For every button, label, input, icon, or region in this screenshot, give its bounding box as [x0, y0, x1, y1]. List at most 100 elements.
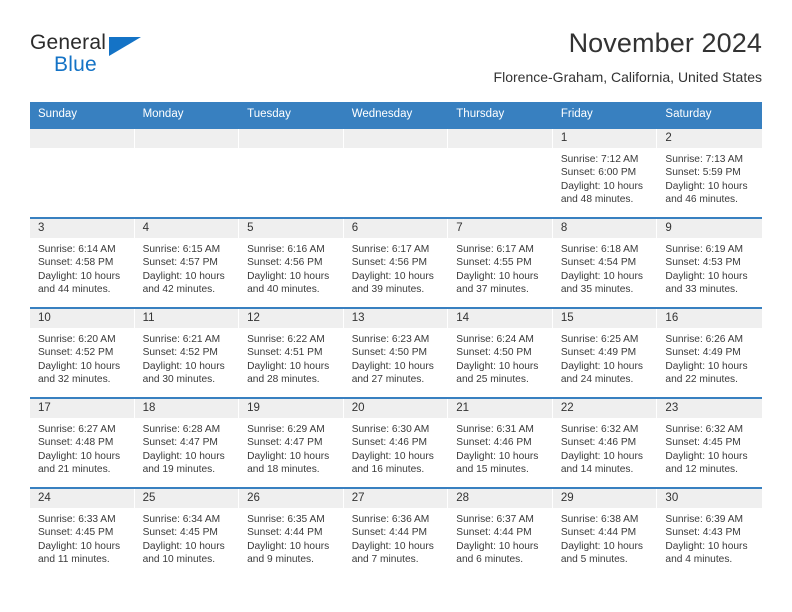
day-cell[interactable]: 19 Sunrise: 6:29 AM Sunset: 4:47 PM Dayl… [239, 398, 344, 487]
day-number-band: 4 [134, 218, 239, 238]
day-number-band: 6 [343, 218, 448, 238]
day-cell[interactable]: 11 Sunrise: 6:21 AM Sunset: 4:52 PM Dayl… [134, 308, 240, 397]
day-cell[interactable]: 23 Sunrise: 6:32 AM Sunset: 4:45 PM Dayl… [657, 398, 762, 487]
day-cell[interactable]: 16 Sunrise: 6:26 AM Sunset: 4:49 PM Dayl… [657, 308, 762, 397]
day-number-band: 28 [448, 488, 552, 508]
day-cell[interactable]: 17 Sunrise: 6:27 AM Sunset: 4:48 PM Dayl… [30, 398, 135, 487]
daylight-line-1: Daylight: 10 hours [560, 360, 643, 372]
day-cell[interactable]: 13 Sunrise: 6:23 AM Sunset: 4:50 PM Dayl… [343, 308, 449, 397]
day-cell[interactable]: 18 Sunrise: 6:28 AM Sunset: 4:47 PM Dayl… [134, 398, 240, 487]
day-details: Sunrise: 6:23 AM Sunset: 4:50 PM Dayligh… [344, 328, 448, 397]
day-cell[interactable] [30, 128, 135, 217]
sunset-line: Sunset: 4:52 PM [38, 347, 114, 359]
day-cell[interactable]: 22 Sunrise: 6:32 AM Sunset: 4:46 PM Dayl… [552, 398, 658, 487]
daylight-line-1: Daylight: 10 hours [142, 360, 225, 372]
day-number: 15 [560, 311, 574, 324]
sunset-line: Sunset: 4:44 PM [351, 527, 428, 539]
day-number-band [239, 128, 343, 148]
day-details: Sunrise: 6:14 AM Sunset: 4:58 PM Dayligh… [30, 238, 134, 307]
day-cell[interactable]: 4 Sunrise: 6:15 AM Sunset: 4:57 PM Dayli… [134, 218, 240, 307]
day-number-band: 21 [448, 398, 552, 418]
sunset-line: Sunset: 4:53 PM [665, 257, 741, 269]
sunrise-line: Sunrise: 6:16 AM [247, 243, 325, 255]
day-cell[interactable]: 29 Sunrise: 6:38 AM Sunset: 4:44 PM Dayl… [552, 488, 658, 577]
daylight-line-1: Daylight: 10 hours [560, 180, 643, 192]
sunset-line: Sunset: 4:51 PM [247, 347, 323, 359]
day-cell[interactable]: 28 Sunrise: 6:37 AM Sunset: 4:44 PM Dayl… [448, 488, 553, 577]
day-number-band: 14 [448, 308, 552, 328]
day-cell[interactable]: 25 Sunrise: 6:34 AM Sunset: 4:45 PM Dayl… [134, 488, 240, 577]
daylight-line-1: Daylight: 10 hours [247, 540, 330, 552]
daylight-line-1: Daylight: 10 hours [456, 540, 539, 552]
daylight-line-2: and 15 minutes. [456, 464, 529, 475]
day-cell[interactable]: 9 Sunrise: 6:19 AM Sunset: 4:53 PM Dayli… [657, 218, 762, 307]
day-number: 11 [142, 311, 155, 324]
daylight-line-2: and 25 minutes. [456, 374, 529, 385]
day-cell[interactable]: 6 Sunrise: 6:17 AM Sunset: 4:56 PM Dayli… [343, 218, 449, 307]
day-number-band: 2 [657, 128, 762, 148]
day-number-band: 15 [552, 308, 657, 328]
weekday-header-monday: Monday [142, 107, 184, 120]
day-number-band: 20 [343, 398, 448, 418]
day-number-band: 17 [30, 398, 134, 418]
day-number-band: 1 [552, 128, 657, 148]
day-number: 7 [456, 221, 463, 234]
day-details: Sunrise: 6:26 AM Sunset: 4:49 PM Dayligh… [657, 328, 762, 397]
daylight-line-2: and 10 minutes. [142, 554, 216, 565]
daylight-line-2: and 7 minutes. [351, 554, 419, 565]
daylight-line-2: and 22 minutes. [665, 374, 738, 385]
day-cell[interactable]: 3 Sunrise: 6:14 AM Sunset: 4:58 PM Dayli… [30, 218, 135, 307]
daylight-line-2: and 11 minutes. [38, 554, 110, 565]
sunrise-line: Sunrise: 6:34 AM [142, 513, 221, 525]
day-cell[interactable] [134, 128, 240, 217]
week-row: 24 Sunrise: 6:33 AM Sunset: 4:45 PM Dayl… [30, 486, 762, 577]
day-number: 28 [456, 491, 470, 504]
daylight-line-1: Daylight: 10 hours [38, 270, 121, 282]
sunset-line: Sunset: 4:46 PM [560, 437, 637, 449]
sunrise-line: Sunrise: 7:13 AM [665, 153, 744, 165]
day-cell[interactable]: 10 Sunrise: 6:20 AM Sunset: 4:52 PM Dayl… [30, 308, 135, 397]
day-cell[interactable]: 1 Sunrise: 7:12 AM Sunset: 6:00 PM Dayli… [552, 128, 658, 217]
day-cell[interactable]: 26 Sunrise: 6:35 AM Sunset: 4:44 PM Dayl… [239, 488, 344, 577]
day-details: Sunrise: 6:29 AM Sunset: 4:47 PM Dayligh… [239, 418, 343, 487]
day-cell[interactable]: 7 Sunrise: 6:17 AM Sunset: 4:55 PM Dayli… [448, 218, 553, 307]
day-cell[interactable]: 8 Sunrise: 6:18 AM Sunset: 4:54 PM Dayli… [552, 218, 658, 307]
day-cell[interactable]: 24 Sunrise: 6:33 AM Sunset: 4:45 PM Dayl… [30, 488, 135, 577]
sunrise-line: Sunrise: 6:17 AM [456, 243, 534, 255]
weekday-header-row: Sunday Monday Tuesday Wednesday Thursday… [30, 101, 762, 127]
day-cell[interactable]: 2 Sunrise: 7:13 AM Sunset: 5:59 PM Dayli… [657, 128, 762, 217]
sunrise-line: Sunrise: 6:23 AM [351, 333, 430, 345]
day-number-band: 9 [657, 218, 762, 238]
day-cell[interactable]: 20 Sunrise: 6:30 AM Sunset: 4:46 PM Dayl… [343, 398, 449, 487]
sunrise-line: Sunrise: 7:12 AM [560, 153, 639, 165]
day-cell[interactable] [448, 128, 553, 217]
daylight-line-1: Daylight: 10 hours [456, 270, 539, 282]
day-cell[interactable] [239, 128, 344, 217]
day-cell[interactable]: 30 Sunrise: 6:39 AM Sunset: 4:43 PM Dayl… [657, 488, 762, 577]
sunset-line: Sunset: 4:44 PM [247, 527, 323, 539]
sunrise-line: Sunrise: 6:31 AM [456, 423, 534, 435]
sunset-line: Sunset: 4:52 PM [142, 347, 218, 359]
day-cell[interactable]: 15 Sunrise: 6:25 AM Sunset: 4:49 PM Dayl… [552, 308, 658, 397]
day-details: Sunrise: 6:15 AM Sunset: 4:57 PM Dayligh… [135, 238, 239, 307]
daylight-line-2: and 48 minutes. [560, 194, 634, 205]
day-cell[interactable]: 27 Sunrise: 6:36 AM Sunset: 4:44 PM Dayl… [343, 488, 449, 577]
sunrise-line: Sunrise: 6:32 AM [560, 423, 639, 435]
day-cell[interactable] [343, 128, 449, 217]
daylight-line-2: and 27 minutes. [351, 374, 425, 385]
day-cell[interactable]: 21 Sunrise: 6:31 AM Sunset: 4:46 PM Dayl… [448, 398, 553, 487]
sunset-line: Sunset: 4:48 PM [38, 437, 114, 449]
weekday-header-thursday: Thursday [456, 107, 505, 120]
day-details [30, 148, 134, 217]
day-details: Sunrise: 6:27 AM Sunset: 4:48 PM Dayligh… [30, 418, 134, 487]
day-number: 30 [665, 491, 679, 504]
daylight-line-1: Daylight: 10 hours [142, 450, 225, 462]
sunrise-line: Sunrise: 6:35 AM [247, 513, 325, 525]
daylight-line-1: Daylight: 10 hours [142, 540, 225, 552]
day-cell[interactable]: 12 Sunrise: 6:22 AM Sunset: 4:51 PM Dayl… [239, 308, 344, 397]
day-details: Sunrise: 6:34 AM Sunset: 4:45 PM Dayligh… [135, 508, 239, 577]
general-blue-logo[interactable]: General Blue [30, 28, 180, 75]
day-cell[interactable]: 5 Sunrise: 6:16 AM Sunset: 4:56 PM Dayli… [239, 218, 344, 307]
day-cell[interactable]: 14 Sunrise: 6:24 AM Sunset: 4:50 PM Dayl… [448, 308, 553, 397]
sunset-line: Sunset: 4:46 PM [456, 437, 532, 449]
